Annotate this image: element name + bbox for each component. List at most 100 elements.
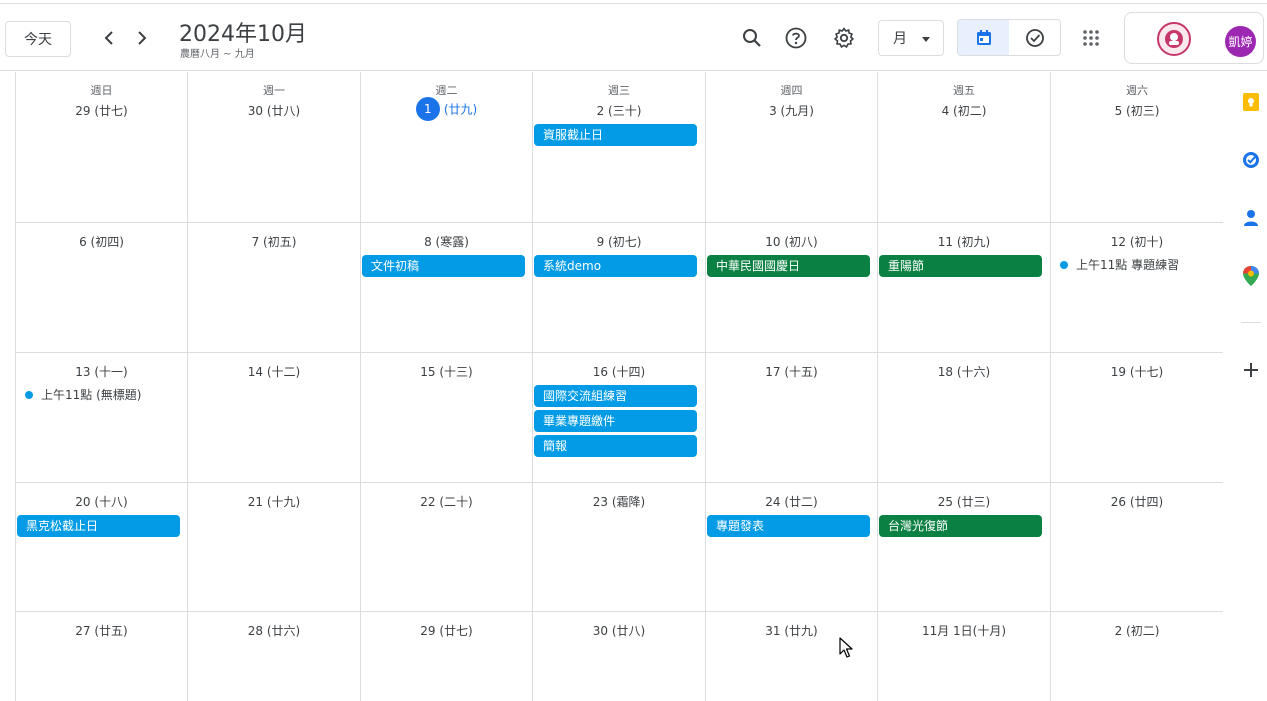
event-chip[interactable]: 資服截止日 [534, 124, 697, 146]
date-label[interactable]: 20 (十八) [16, 493, 187, 510]
date-label[interactable]: 21 (十九) [188, 493, 360, 510]
today-indicator[interactable]: 1 [415, 97, 440, 121]
event-chip[interactable]: 文件初稿 [362, 255, 525, 277]
date-label[interactable]: 30 (廿八) [533, 622, 705, 639]
day-cell[interactable]: 24 (廿二) 專題發表 [705, 483, 877, 611]
event-chip[interactable]: 台灣光復節 [879, 515, 1042, 537]
date-label[interactable]: 25 (廿三) [878, 493, 1050, 510]
day-cell[interactable]: 10 (初八) 中華民國國慶日 [705, 223, 877, 352]
timed-event[interactable]: 上午11點 (無標題) [25, 385, 141, 405]
date-label[interactable]: 2 (三十) [533, 102, 705, 119]
day-cell[interactable]: 21 (十九) [187, 483, 360, 611]
tasks-view-toggle[interactable] [1009, 20, 1060, 55]
next-month-button[interactable] [128, 24, 156, 52]
day-cell[interactable]: 22 (二十) [360, 483, 532, 611]
date-label[interactable]: 17 (十五) [706, 363, 877, 380]
tasks-icon[interactable] [1239, 148, 1263, 172]
day-cell[interactable]: 26 (廿四) [1050, 483, 1223, 611]
avatar[interactable]: 凱婷 [1225, 26, 1256, 57]
day-cell[interactable]: 28 (廿六) [187, 612, 360, 701]
day-cell[interactable]: 6 (初四) [15, 223, 187, 352]
contacts-icon[interactable] [1239, 206, 1263, 230]
day-cell[interactable]: 18 (十六) [877, 353, 1050, 482]
timed-event[interactable]: 上午11點 專題練習 [1060, 255, 1179, 275]
date-label[interactable]: 7 (初五) [188, 233, 360, 250]
view-selector[interactable]: 月 [878, 20, 944, 56]
date-label[interactable]: 14 (十二) [188, 363, 360, 380]
date-label[interactable]: 29 (廿七) [16, 102, 187, 119]
event-chip[interactable]: 簡報 [534, 435, 697, 457]
date-label[interactable]: 27 (廿五) [16, 622, 187, 639]
event-chip[interactable]: 黑克松截止日 [17, 515, 180, 537]
date-label[interactable]: 28 (廿六) [188, 622, 360, 639]
day-cell[interactable]: 20 (十八) 黑克松截止日 [15, 483, 187, 611]
day-cell[interactable]: 25 (廿三) 台灣光復節 [877, 483, 1050, 611]
account-switcher[interactable]: 凱婷 [1124, 12, 1264, 64]
date-label[interactable]: 16 (十四) [533, 363, 705, 380]
date-label[interactable]: 11 (初九) [878, 233, 1050, 250]
day-cell[interactable]: 19 (十七) [1050, 353, 1223, 482]
day-cell[interactable]: 8 (寒露) 文件初稿 [360, 223, 532, 352]
date-label[interactable]: 24 (廿二) [706, 493, 877, 510]
day-cell[interactable]: 17 (十五) [705, 353, 877, 482]
date-label[interactable]: 13 (十一) [16, 363, 187, 380]
date-label[interactable]: 23 (霜降) [533, 493, 705, 510]
maps-icon[interactable] [1239, 264, 1263, 288]
date-label[interactable]: 3 (九月) [706, 102, 877, 119]
day-cell[interactable]: 2 (初二) [1050, 612, 1223, 701]
add-icon[interactable] [1239, 358, 1263, 382]
day-cell[interactable]: 週三 2 (三十) 資服截止日 [532, 72, 705, 222]
calendar-view-toggle[interactable] [958, 20, 1009, 55]
day-cell[interactable]: 16 (十四) 國際交流組練習 畢業專題繳件 簡報 [532, 353, 705, 482]
day-cell[interactable]: 週四 3 (九月) [705, 72, 877, 222]
date-label[interactable]: 30 (廿八) [188, 102, 360, 119]
date-label[interactable]: 22 (二十) [361, 493, 532, 510]
date-label[interactable]: 9 (初七) [533, 233, 705, 250]
event-chip[interactable]: 重陽節 [879, 255, 1042, 277]
day-cell[interactable]: 週日 29 (廿七) [15, 72, 187, 222]
day-cell[interactable]: 13 (十一) 上午11點 (無標題) [15, 353, 187, 482]
date-label[interactable]: 29 (廿七) [361, 622, 532, 639]
day-cell[interactable]: 週六 5 (初三) [1050, 72, 1223, 222]
previous-month-button[interactable] [95, 24, 123, 52]
event-chip[interactable]: 畢業專題繳件 [534, 410, 697, 432]
date-label[interactable]: 18 (十六) [878, 363, 1050, 380]
day-cell[interactable]: 15 (十三) [360, 353, 532, 482]
help-button[interactable] [781, 23, 811, 53]
date-label[interactable]: 2 (初二) [1051, 622, 1223, 639]
date-label[interactable]: 26 (廿四) [1051, 493, 1223, 510]
day-cell[interactable]: 23 (霜降) [532, 483, 705, 611]
keep-icon[interactable] [1239, 90, 1263, 114]
date-label[interactable]: 19 (十七) [1051, 363, 1223, 380]
date-label[interactable]: 4 (初二) [878, 102, 1050, 119]
day-cell[interactable]: 9 (初七) 系統demo [532, 223, 705, 352]
day-cell[interactable]: 7 (初五) [187, 223, 360, 352]
organization-logo-icon[interactable] [1157, 22, 1191, 56]
date-label[interactable]: 5 (初三) [1051, 102, 1223, 119]
event-chip[interactable]: 中華民國國慶日 [707, 255, 870, 277]
date-label[interactable]: 12 (初十) [1051, 233, 1223, 250]
day-cell[interactable]: 29 (廿七) [360, 612, 532, 701]
date-label[interactable]: 15 (十三) [361, 363, 532, 380]
day-cell[interactable]: 30 (廿八) [532, 612, 705, 701]
day-cell[interactable]: 27 (廿五) [15, 612, 187, 701]
day-cell[interactable]: 11 (初九) 重陽節 [877, 223, 1050, 352]
day-cell[interactable]: 14 (十二) [187, 353, 360, 482]
event-chip[interactable]: 專題發表 [707, 515, 870, 537]
search-button[interactable] [737, 23, 767, 53]
day-cell[interactable]: 11月 1日(十月) [877, 612, 1050, 701]
date-label[interactable]: 6 (初四) [16, 233, 187, 250]
day-cell[interactable]: 週五 4 (初二) [877, 72, 1050, 222]
settings-button[interactable] [829, 23, 859, 53]
today-button[interactable]: 今天 [5, 21, 71, 57]
today-date-label[interactable]: 1 (廿九) [361, 97, 532, 121]
day-cell[interactable]: 週二 1 (廿九) [360, 72, 532, 222]
date-label[interactable]: 11月 1日(十月) [878, 622, 1050, 639]
day-cell[interactable]: 週一 30 (廿八) [187, 72, 360, 222]
event-chip[interactable]: 國際交流組練習 [534, 385, 697, 407]
apps-button[interactable] [1077, 24, 1105, 52]
date-label[interactable]: 10 (初八) [706, 233, 877, 250]
day-cell[interactable]: 12 (初十) 上午11點 專題練習 [1050, 223, 1223, 352]
date-label[interactable]: 8 (寒露) [361, 233, 532, 250]
event-chip[interactable]: 系統demo [534, 255, 697, 277]
